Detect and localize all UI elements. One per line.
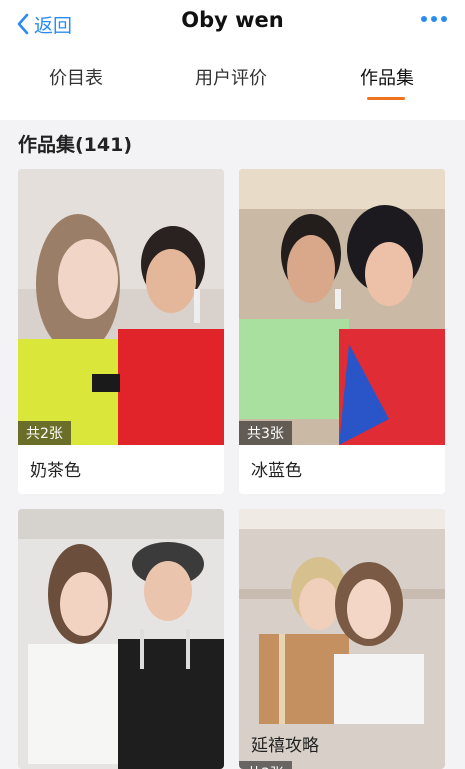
album-photo[interactable]: 共3张 (239, 509, 445, 769)
portrait-photo (239, 169, 445, 445)
tab-bar: 价目表 用户评价 作品集 (0, 64, 465, 104)
tab-label: 价目表 (49, 68, 103, 89)
portfolio-heading: 作品集(141) (18, 134, 133, 156)
tab-price-list[interactable]: 价目表 (16, 64, 136, 90)
photo-count-badge: 共3张 (239, 421, 292, 445)
album-photo[interactable] (18, 509, 224, 769)
portrait-photo (239, 509, 445, 769)
portrait-photo (18, 509, 224, 769)
page-title: Oby wen (181, 8, 284, 32)
tab-label: 作品集 (360, 68, 414, 89)
more-dots-icon[interactable] (421, 16, 447, 22)
tab-user-reviews[interactable]: 用户评价 (171, 64, 291, 90)
album-card[interactable]: 共2张 奶茶色 (18, 169, 224, 494)
album-photo[interactable]: 共2张 (18, 169, 224, 445)
album-title: 冰蓝色 (251, 461, 302, 481)
tab-active-indicator (367, 97, 405, 100)
tab-portfolio[interactable]: 作品集 (327, 64, 447, 100)
album-title: 奶茶色 (30, 461, 81, 481)
photo-count-badge: 共2张 (18, 421, 71, 445)
album-card[interactable]: 共3张 延禧攻略 (239, 509, 445, 769)
album-card[interactable]: 共3张 冰蓝色 (239, 169, 445, 494)
album-photo[interactable]: 共3张 (239, 169, 445, 445)
portrait-photo (18, 169, 224, 445)
album-title: 延禧攻略 (251, 736, 319, 756)
photo-count-badge: 共3张 (239, 761, 292, 769)
tab-label: 用户评价 (195, 68, 267, 89)
top-bar: 返回 Oby wen 价目表 用户评价 作品集 (0, 0, 465, 120)
album-card[interactable] (18, 509, 224, 769)
